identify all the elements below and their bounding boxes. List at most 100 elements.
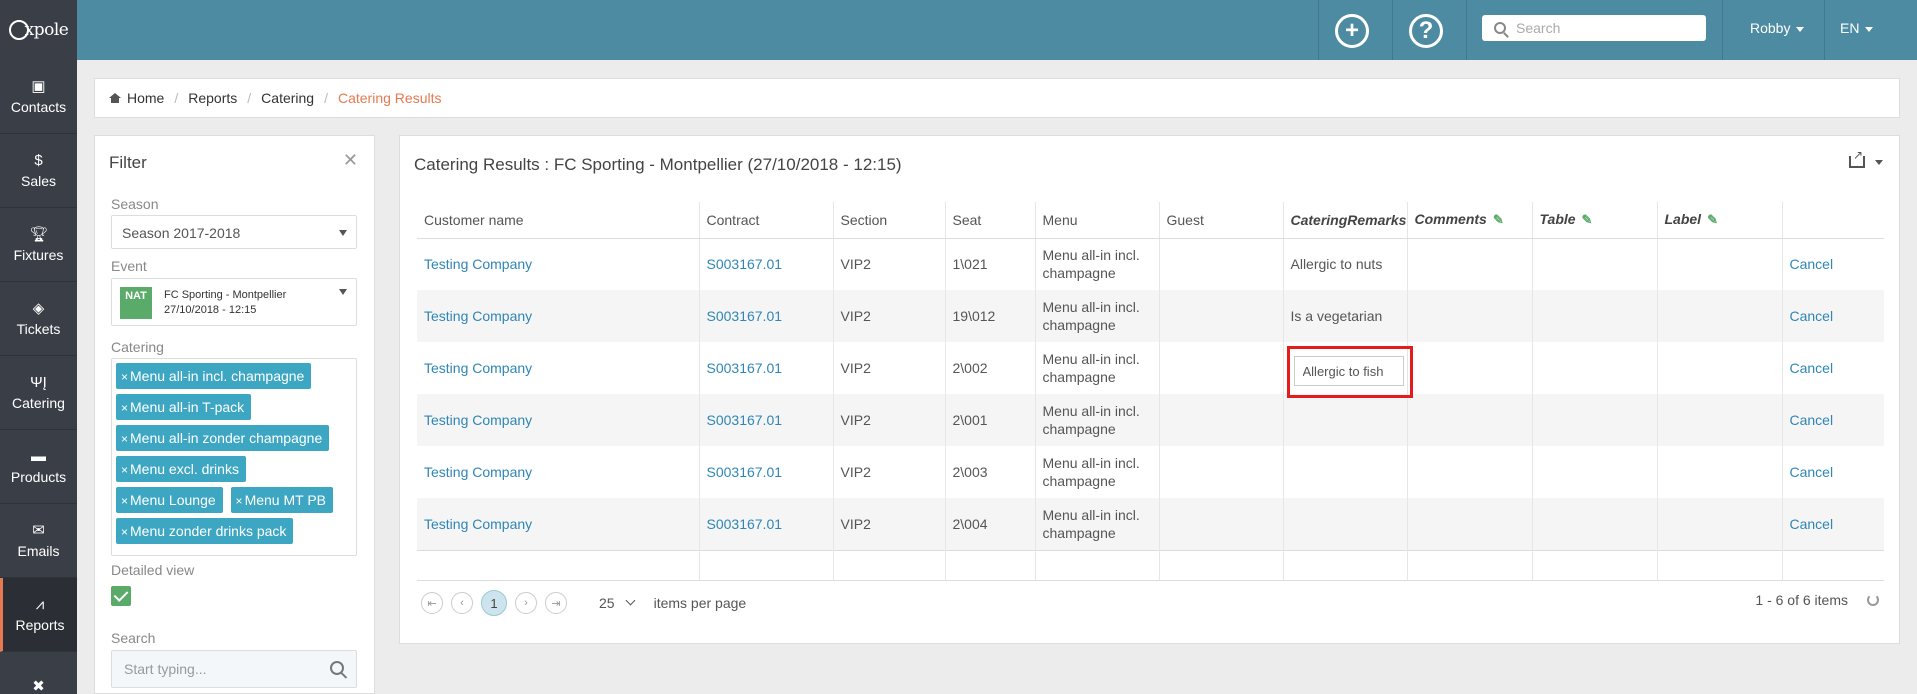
table-cell[interactable]	[1531, 394, 1657, 446]
breadcrumb-reports[interactable]: Reports	[188, 90, 237, 106]
catering-tag[interactable]: × Menu all-in incl. champagne	[116, 363, 312, 389]
column-header[interactable]: Menu	[1034, 202, 1159, 239]
catering-tag[interactable]: × Menu excl. drinks	[116, 456, 246, 482]
customer-link[interactable]: Testing Company	[424, 308, 532, 324]
remarks-cell[interactable]	[1282, 446, 1407, 498]
column-header-label[interactable]: Label ✎	[1656, 202, 1782, 239]
label-cell[interactable]	[1656, 498, 1782, 550]
contract-link[interactable]: S003167.01	[707, 360, 783, 376]
label-cell[interactable]	[1656, 342, 1782, 394]
comments-cell[interactable]	[1406, 394, 1532, 446]
contract-link[interactable]: S003167.01	[707, 256, 783, 272]
catering-tag[interactable]: × Menu MT PB	[230, 487, 333, 513]
table-cell[interactable]	[1531, 446, 1657, 498]
remarks-cell[interactable]	[1282, 498, 1407, 550]
catering-multiselect[interactable]: × Menu all-in incl. champagne × Menu all-i…	[111, 358, 357, 556]
remove-icon[interactable]: ×	[236, 494, 243, 508]
catering-tag[interactable]: × Menu Lounge	[116, 487, 223, 513]
sidebar-item-products[interactable]: ▬ Products	[0, 430, 77, 504]
column-header[interactable]: Guest	[1158, 202, 1283, 239]
sidebar-item-emails[interactable]: ✉ Emails	[0, 504, 77, 578]
label-cell[interactable]	[1656, 446, 1782, 498]
customer-link[interactable]: Testing Company	[424, 412, 532, 428]
language-menu[interactable]: EN	[1840, 20, 1874, 36]
remove-icon[interactable]: ×	[121, 525, 128, 539]
cancel-link[interactable]: Cancel	[1790, 308, 1834, 324]
search-icon[interactable]	[330, 661, 344, 675]
remarks-cell[interactable]: Allergic to nuts	[1282, 238, 1407, 290]
comments-cell[interactable]	[1406, 238, 1532, 290]
contract-link[interactable]: S003167.01	[707, 412, 783, 428]
detailed-view-checkbox[interactable]	[111, 586, 131, 606]
column-header[interactable]: Seat	[944, 202, 1035, 239]
page-size-select[interactable]: 25	[599, 595, 615, 611]
column-header[interactable]: Section	[832, 202, 945, 239]
app-logo[interactable]: xpole	[0, 0, 77, 60]
cancel-link[interactable]: Cancel	[1790, 464, 1834, 480]
table-cell[interactable]	[1531, 342, 1657, 394]
season-select[interactable]: Season 2017-2018	[111, 215, 357, 249]
comments-cell[interactable]	[1406, 290, 1532, 342]
customer-link[interactable]: Testing Company	[424, 464, 532, 480]
export-icon[interactable]	[1849, 148, 1865, 168]
comments-cell[interactable]	[1406, 342, 1532, 394]
cancel-link[interactable]: Cancel	[1790, 256, 1834, 272]
breadcrumb-home[interactable]: Home	[127, 90, 164, 106]
close-icon[interactable]: ✕	[343, 150, 358, 171]
customer-link[interactable]: Testing Company	[424, 360, 532, 376]
comments-cell[interactable]	[1406, 498, 1532, 550]
column-header-comments[interactable]: Comments ✎	[1406, 202, 1532, 239]
contract-link[interactable]: S003167.01	[707, 464, 783, 480]
chevron-down-icon[interactable]	[625, 595, 636, 605]
caret-down-icon[interactable]	[1875, 160, 1883, 165]
prev-page-icon[interactable]: ‹	[451, 592, 473, 614]
contract-link[interactable]: S003167.01	[707, 308, 783, 324]
sidebar-item-reports[interactable]: ⩘ Reports	[0, 578, 77, 652]
comments-cell[interactable]	[1406, 446, 1532, 498]
first-page-icon[interactable]: ⇤	[421, 592, 443, 614]
remarks-cell[interactable]: Is a vegetarian	[1282, 290, 1407, 342]
next-page-icon[interactable]: ›	[515, 592, 537, 614]
filter-search-input[interactable]	[124, 661, 324, 677]
table-cell[interactable]	[1531, 498, 1657, 550]
sidebar-item-sales[interactable]: $ Sales	[0, 134, 77, 208]
help-icon[interactable]: ?	[1409, 14, 1443, 48]
last-page-icon[interactable]: ⇥	[545, 592, 567, 614]
page-button[interactable]: 1	[481, 590, 507, 616]
label-cell[interactable]	[1656, 290, 1782, 342]
top-search-input[interactable]	[1516, 20, 1696, 36]
add-icon[interactable]: +	[1335, 14, 1369, 48]
label-cell[interactable]	[1656, 238, 1782, 290]
remove-icon[interactable]: ×	[121, 463, 128, 477]
column-header-table[interactable]: Table ✎	[1531, 202, 1657, 239]
catering-tag[interactable]: × Menu all-in T-pack	[116, 394, 252, 420]
remove-icon[interactable]: ×	[121, 370, 128, 384]
column-header[interactable]: CateringRemarks	[1282, 202, 1407, 239]
remarks-edit-input[interactable]	[1293, 356, 1404, 386]
cancel-link[interactable]: Cancel	[1790, 412, 1834, 428]
refresh-icon[interactable]	[1867, 594, 1879, 606]
column-header[interactable]: Contract	[698, 202, 833, 239]
user-menu[interactable]: Robby	[1750, 20, 1805, 36]
sidebar-item-catering[interactable]: ΨĮ Catering	[0, 356, 77, 430]
event-select[interactable]: NAT FC Sporting - Montpellier 27/10/2018…	[111, 278, 357, 326]
remove-icon[interactable]: ×	[121, 401, 128, 415]
catering-tag[interactable]: × Menu all-in zonder champagne	[116, 425, 330, 451]
catering-tag[interactable]: × Menu zonder drinks pack	[116, 518, 294, 544]
remove-icon[interactable]: ×	[121, 432, 128, 446]
sidebar-item-tools[interactable]: ✖	[0, 652, 77, 694]
customer-link[interactable]: Testing Company	[424, 516, 532, 532]
customer-link[interactable]: Testing Company	[424, 256, 532, 272]
remarks-cell-editing[interactable]	[1282, 342, 1413, 398]
table-cell[interactable]	[1531, 290, 1657, 342]
column-header[interactable]: Customer name	[417, 202, 699, 239]
label-cell[interactable]	[1656, 394, 1782, 446]
sidebar-item-contacts[interactable]: ▣ Contacts	[0, 60, 77, 134]
remarks-cell[interactable]	[1282, 394, 1407, 446]
sidebar-item-tickets[interactable]: ◈ Tickets	[0, 282, 77, 356]
contract-link[interactable]: S003167.01	[707, 516, 783, 532]
breadcrumb-catering[interactable]: Catering	[261, 90, 314, 106]
cancel-link[interactable]: Cancel	[1790, 360, 1834, 376]
table-cell[interactable]	[1531, 238, 1657, 290]
cancel-link[interactable]: Cancel	[1790, 516, 1834, 532]
